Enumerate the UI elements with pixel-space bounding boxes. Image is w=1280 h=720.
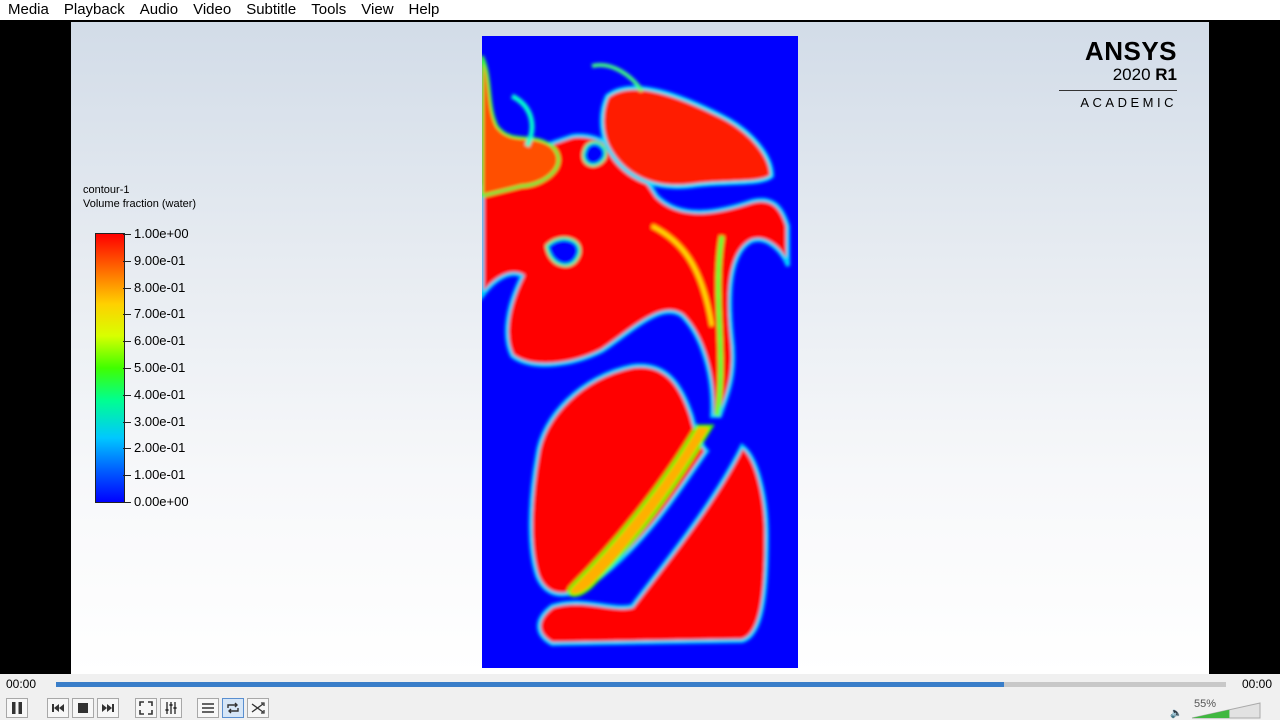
previous-button[interactable] [47, 698, 69, 718]
playlist-button[interactable] [197, 698, 219, 718]
contour-plot [482, 36, 798, 668]
stop-button[interactable] [72, 698, 94, 718]
speaker-icon: 🔈 [1170, 708, 1183, 719]
logo-divider [1059, 90, 1177, 91]
colorbar-tick [123, 287, 131, 289]
pause-button[interactable] [6, 698, 28, 718]
pause-icon [12, 702, 22, 714]
next-button[interactable] [97, 698, 119, 718]
legend-name: contour-1 [83, 184, 130, 196]
colorbar [95, 233, 125, 503]
legend-title: contour-1 Volume fraction (water) [83, 183, 196, 211]
time-total: 00:00 [1242, 677, 1273, 691]
colorbar-tick-label: 8.00e-01 [134, 279, 186, 295]
time-elapsed: 00:00 [6, 677, 37, 691]
equalizer-icon [165, 702, 177, 714]
colorbar-tick-label: 5.00e-01 [134, 360, 186, 375]
colorbar-tick-label: 4.00e-01 [134, 386, 186, 402]
loop-icon [227, 702, 239, 714]
logo-edition: ACADEMIC [1080, 95, 1177, 110]
colorbar-tick-label: 1.00e-01 [134, 467, 186, 483]
menu-video[interactable]: Video [185, 0, 238, 20]
shuffle-icon [251, 702, 265, 714]
menu-bar: Media Playback Audio Video Subtitle Tool… [0, 0, 1280, 20]
menu-subtitle[interactable]: Subtitle [238, 0, 303, 20]
stop-icon [78, 703, 88, 713]
skip-back-icon [52, 704, 64, 712]
menu-media[interactable]: Media [0, 0, 56, 20]
colorbar-tick [123, 234, 131, 235]
skip-forward-icon [102, 704, 114, 712]
colorbar-tick-label: 2.00e-01 [134, 440, 186, 456]
colorbar-tick-label: 3.00e-01 [134, 413, 186, 429]
playlist-icon [202, 703, 214, 713]
colorbar-tick [123, 502, 131, 503]
legend-quantity: Volume fraction (water) [83, 198, 197, 210]
loop-button[interactable] [222, 698, 244, 718]
menu-playback[interactable]: Playback [56, 0, 132, 20]
video-area[interactable]: contour-1 Volume fraction (water) ANSYS … [0, 20, 1280, 674]
seek-bar-fill [56, 682, 1004, 687]
extended-settings-button[interactable] [160, 698, 182, 718]
colorbar-tick-label: 6.00e-01 [134, 333, 186, 349]
volume-percent: 55% [1194, 698, 1217, 710]
colorbar-tick-label: 1.00e+00 [134, 226, 189, 241]
logo-brand: ANSYS [1084, 36, 1177, 66]
fullscreen-button[interactable] [135, 698, 157, 718]
colorbar-tick [123, 314, 131, 316]
ansys-logo: ANSYS 2020 R1 ACADEMIC [1059, 36, 1177, 110]
fullscreen-icon [139, 701, 153, 715]
menu-tools[interactable]: Tools [303, 0, 353, 20]
colorbar-tick-label: 7.00e-01 [134, 306, 186, 322]
colorbar-tick-label: 0.00e+00 [134, 494, 189, 509]
shuffle-button[interactable] [247, 698, 269, 718]
menu-help[interactable]: Help [401, 0, 447, 20]
colorbar-tick [123, 260, 131, 262]
colorbar-tick [123, 421, 131, 423]
menu-view[interactable]: View [353, 0, 400, 20]
video-frame: contour-1 Volume fraction (water) ANSYS … [71, 22, 1209, 674]
seek-bar[interactable] [56, 682, 1226, 687]
colorbar-tick [123, 341, 131, 343]
colorbar-tick [123, 475, 131, 477]
colorbar-tick-label: 9.00e-01 [134, 252, 186, 268]
colorbar-tick [123, 368, 131, 369]
logo-version: 2020 R1 [1112, 65, 1177, 84]
colorbar-tick [123, 448, 131, 450]
menu-audio[interactable]: Audio [132, 0, 185, 20]
player-controls: 00:00 00:00 🔈 55% [0, 674, 1280, 720]
colorbar-tick [123, 394, 131, 396]
